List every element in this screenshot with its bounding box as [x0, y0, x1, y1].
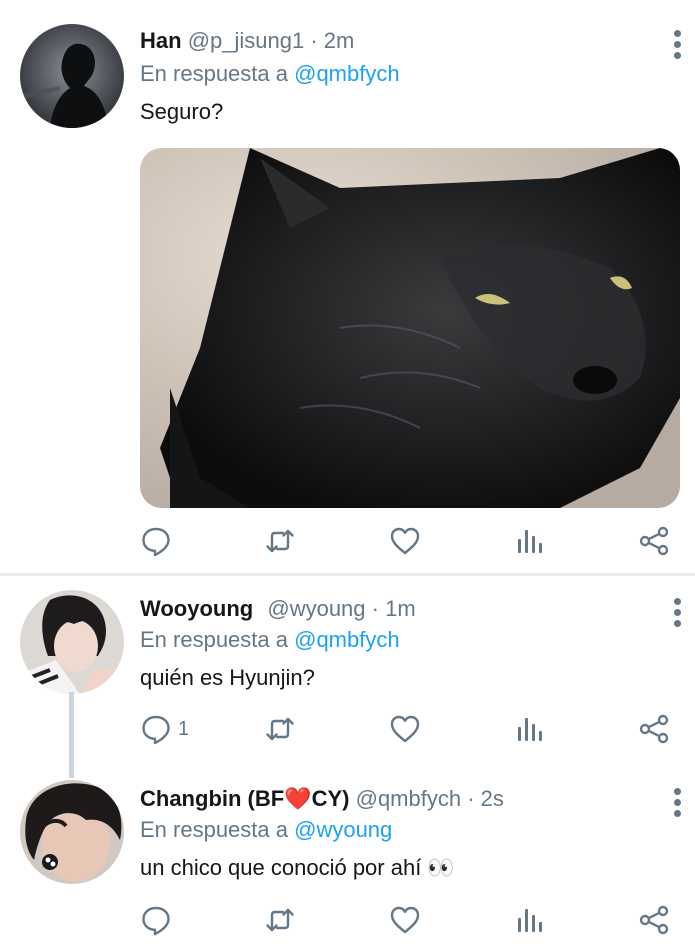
reply-context: En respuesta a @qmbfych	[140, 627, 400, 653]
tweet-image-black-cat[interactable]	[140, 148, 680, 508]
avatar[interactable]	[20, 24, 124, 128]
retweet-button[interactable]	[264, 521, 296, 561]
reply-prefix: En respuesta a	[140, 627, 288, 652]
share-button[interactable]	[638, 709, 670, 749]
tweet-header: Wooyoung @wyoung · 1m	[140, 596, 416, 622]
reply-icon	[140, 713, 172, 745]
timestamp[interactable]: · 1m	[372, 596, 416, 621]
reply-prefix: En respuesta a	[140, 817, 288, 842]
tweet-text: quién es Hyunjin?	[140, 665, 315, 690]
avatar[interactable]	[20, 590, 124, 694]
analytics-icon	[514, 904, 546, 936]
analytics-button[interactable]	[514, 900, 546, 940]
more-options-icon[interactable]	[664, 28, 692, 62]
analytics-button[interactable]	[514, 709, 546, 749]
timestamp[interactable]: · 2s	[467, 786, 504, 811]
display-name[interactable]: Han	[140, 28, 182, 53]
reply-context: En respuesta a @qmbfych	[140, 61, 400, 87]
reply-count: 1	[178, 717, 190, 740]
reply-icon	[140, 525, 172, 557]
mention-link[interactable]: @qmbfych	[294, 627, 399, 652]
more-options-icon[interactable]	[664, 786, 692, 820]
thread-connector-line	[69, 692, 74, 778]
tweet-text: Seguro?	[140, 99, 224, 124]
display-name[interactable]: Changbin (BF❤️CY)	[140, 786, 349, 811]
action-bar	[140, 521, 680, 561]
handle[interactable]: @p_jisung1	[188, 28, 305, 53]
retweet-button[interactable]	[264, 900, 296, 940]
mention-link[interactable]: @qmbfych	[294, 61, 399, 86]
tweet-han[interactable]: Han @p_jisung1 · 2m En respuesta a @qmbf…	[0, 0, 695, 573]
like-icon	[389, 713, 421, 745]
reply-prefix: En respuesta a	[140, 61, 288, 86]
reply-icon	[140, 904, 172, 936]
like-button[interactable]	[389, 521, 421, 561]
share-button[interactable]	[638, 521, 670, 561]
like-icon	[389, 525, 421, 557]
display-name[interactable]: Wooyoung	[140, 596, 253, 621]
retweet-icon	[264, 525, 296, 557]
reply-button[interactable]	[140, 521, 178, 561]
action-bar: 1	[140, 709, 680, 749]
share-icon	[638, 904, 670, 936]
tweet-text: un chico que conoció por ahí 👀	[140, 855, 455, 880]
tweet-wooyoung[interactable]: Wooyoung @wyoung · 1m En respuesta a @qm…	[0, 576, 695, 778]
reply-context: En respuesta a @wyoung	[140, 817, 392, 843]
share-icon	[638, 713, 670, 745]
share-button[interactable]	[638, 900, 670, 940]
like-icon	[389, 904, 421, 936]
retweet-button[interactable]	[264, 709, 296, 749]
like-button[interactable]	[389, 900, 421, 940]
analytics-icon	[514, 713, 546, 745]
analytics-button[interactable]	[514, 521, 546, 561]
avatar[interactable]	[20, 780, 124, 884]
handle[interactable]: @qmbfych	[356, 786, 461, 811]
share-icon	[638, 525, 670, 557]
reply-button[interactable]	[140, 900, 178, 940]
action-bar	[140, 900, 680, 940]
timestamp[interactable]: · 2m	[310, 28, 354, 53]
more-options-icon[interactable]	[664, 596, 692, 630]
analytics-icon	[514, 525, 546, 557]
retweet-icon	[264, 904, 296, 936]
tweet-changbin[interactable]: Changbin (BF❤️CY) @qmbfych · 2s En respu…	[0, 770, 695, 952]
mention-link[interactable]: @wyoung	[294, 817, 392, 842]
retweet-icon	[264, 713, 296, 745]
tweet-header: Han @p_jisung1 · 2m	[140, 28, 354, 54]
reply-button[interactable]: 1	[140, 709, 189, 749]
tweet-header: Changbin (BF❤️CY) @qmbfych · 2s	[140, 786, 504, 812]
like-button[interactable]	[389, 709, 421, 749]
handle[interactable]: @wyoung	[267, 596, 365, 621]
